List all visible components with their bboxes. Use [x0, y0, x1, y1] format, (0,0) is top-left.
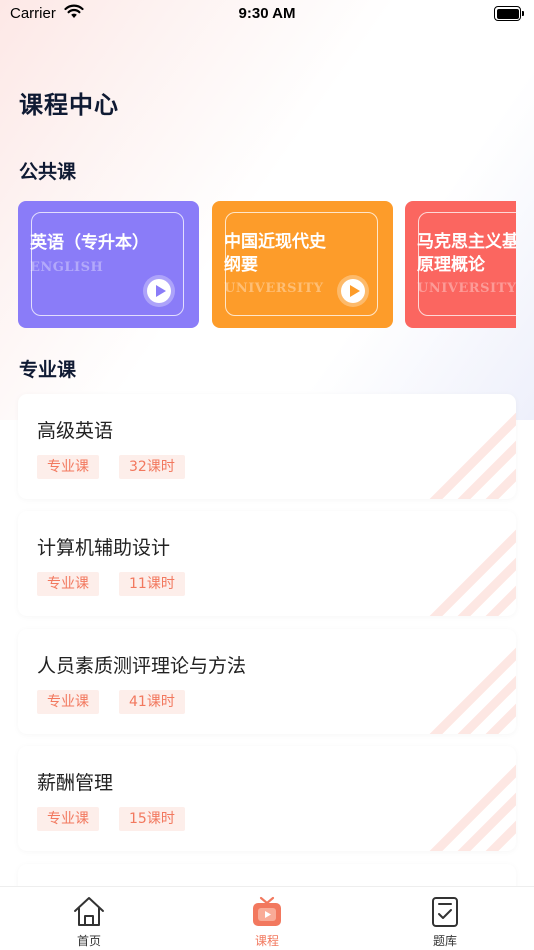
- course-card[interactable]: 高级英语 专业课 32课时: [18, 394, 516, 499]
- checklist-icon: [432, 897, 458, 927]
- section-title-major: 专业课: [19, 359, 77, 381]
- clock: 9:30 AM: [238, 5, 296, 22]
- play-icon[interactable]: [337, 275, 369, 307]
- page-title: 课程中心: [19, 91, 119, 119]
- course-title: 英语（专升本）: [30, 233, 149, 253]
- tab-label: 首页: [76, 934, 101, 948]
- course-title: 薪酬管理: [37, 772, 114, 794]
- course-card[interactable]: 薪酬管理 专业课 15课时: [18, 746, 516, 851]
- play-icon[interactable]: [143, 275, 175, 307]
- course-subtitle: UNIVERSITY: [224, 281, 324, 296]
- public-course-card[interactable]: 英语（专升本） ENGLISH: [18, 201, 199, 328]
- course-card[interactable]: 计算机辅助设计 专业课 11课时: [18, 511, 516, 616]
- course-card[interactable]: 人员素质测评理论与方法 专业课 41课时: [18, 629, 516, 734]
- decorative-stripes: [429, 647, 516, 734]
- public-course-card[interactable]: 马克思主义基 原理概论 UNIVERSITY: [405, 201, 516, 328]
- tab-label: 题库: [432, 934, 457, 948]
- tab-home[interactable]: 首页: [0, 887, 178, 950]
- course-title: 人员素质测评理论与方法: [37, 655, 247, 677]
- course-type-tag: 专业课: [37, 807, 99, 831]
- course-type-tag: 专业课: [37, 690, 99, 714]
- tab-course[interactable]: 课程: [178, 887, 356, 950]
- course-title: 计算机辅助设计: [37, 537, 171, 559]
- course-title: 高级英语: [37, 420, 114, 442]
- battery-icon: [494, 6, 524, 21]
- decorative-stripes: [429, 764, 516, 851]
- decorative-stripes: [429, 529, 516, 616]
- status-bar: Carrier 9:30 AM: [0, 0, 534, 30]
- course-title: 中国近现代史 纲要: [224, 232, 326, 275]
- course-type-tag: 专业课: [37, 572, 99, 596]
- course-hours-tag: 11课时: [119, 572, 185, 596]
- tab-question-bank[interactable]: 题库: [356, 887, 534, 950]
- public-course-card[interactable]: 中国近现代史 纲要 UNIVERSITY: [212, 201, 393, 328]
- course-subtitle: ENGLISH: [30, 260, 104, 275]
- course-hours-tag: 41课时: [119, 690, 185, 714]
- course-hours-tag: 15课时: [119, 807, 185, 831]
- course-hours-tag: 32课时: [119, 455, 185, 479]
- tv-play-icon: [253, 896, 281, 926]
- section-title-public: 公共课: [19, 161, 77, 183]
- public-course-carousel[interactable]: 英语（专升本） ENGLISH 中国近现代史 纲要 UNIVERSITY 马克思…: [18, 201, 516, 329]
- course-subtitle: UNIVERSITY: [417, 281, 516, 296]
- course-type-tag: 专业课: [37, 455, 99, 479]
- bottom-tab-bar: 首页 课程 题库: [0, 886, 534, 950]
- tab-label: 课程: [254, 934, 279, 948]
- course-title: 马克思主义基 原理概论: [417, 232, 516, 275]
- home-icon: [74, 897, 104, 926]
- decorative-stripes: [429, 412, 516, 499]
